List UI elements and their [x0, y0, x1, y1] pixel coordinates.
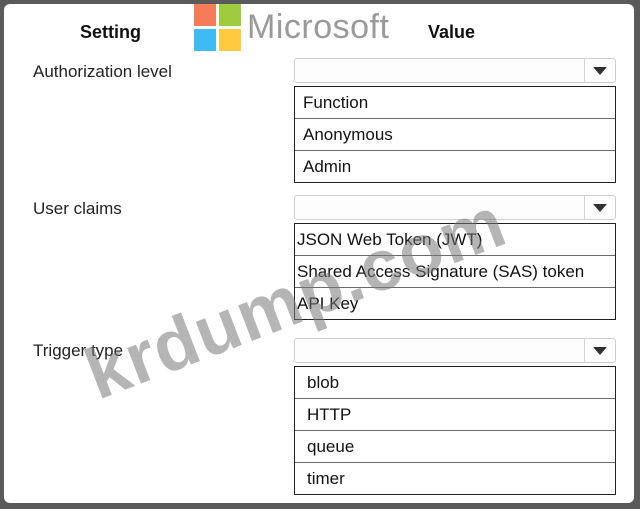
option-api-key[interactable]: API Key [295, 288, 615, 319]
chevron-down-icon [593, 66, 607, 75]
option-timer[interactable]: timer [295, 463, 615, 494]
authorization-level-dropdown-button[interactable] [584, 59, 615, 82]
value-column-header: Value [428, 22, 476, 42]
option-blob[interactable]: blob [295, 367, 615, 399]
option-jwt[interactable]: JSON Web Token (JWT) [295, 224, 615, 256]
user-claims-label: User claims [33, 199, 122, 218]
user-claims-select[interactable] [294, 195, 616, 220]
chevron-down-icon [593, 203, 607, 212]
trigger-type-select[interactable] [294, 338, 616, 363]
chevron-down-icon [593, 346, 607, 355]
authorization-level-select[interactable] [294, 58, 616, 83]
user-claims-options: JSON Web Token (JWT) Shared Access Signa… [294, 223, 616, 320]
option-sas-token[interactable]: Shared Access Signature (SAS) token [295, 256, 615, 288]
trigger-type-options: blob HTTP queue timer [294, 366, 616, 495]
user-claims-dropdown-button[interactable] [584, 196, 615, 219]
microsoft-logo: Microsoft [194, 4, 389, 51]
option-anonymous[interactable]: Anonymous [295, 119, 615, 151]
setting-column-header: Setting [80, 22, 141, 42]
microsoft-logo-text: Microsoft [247, 8, 390, 46]
answer-area: Setting Value Microsoft Authorization le… [4, 4, 634, 503]
option-queue[interactable]: queue [295, 431, 615, 463]
microsoft-logo-icon [194, 4, 241, 51]
option-http[interactable]: HTTP [295, 399, 615, 431]
option-admin[interactable]: Admin [295, 151, 615, 182]
trigger-type-dropdown-button[interactable] [584, 339, 615, 362]
trigger-type-label: Trigger type [33, 341, 124, 360]
option-function[interactable]: Function [295, 87, 615, 119]
authorization-level-options: Function Anonymous Admin [294, 86, 616, 183]
authorization-level-label: Authorization level [33, 62, 172, 81]
